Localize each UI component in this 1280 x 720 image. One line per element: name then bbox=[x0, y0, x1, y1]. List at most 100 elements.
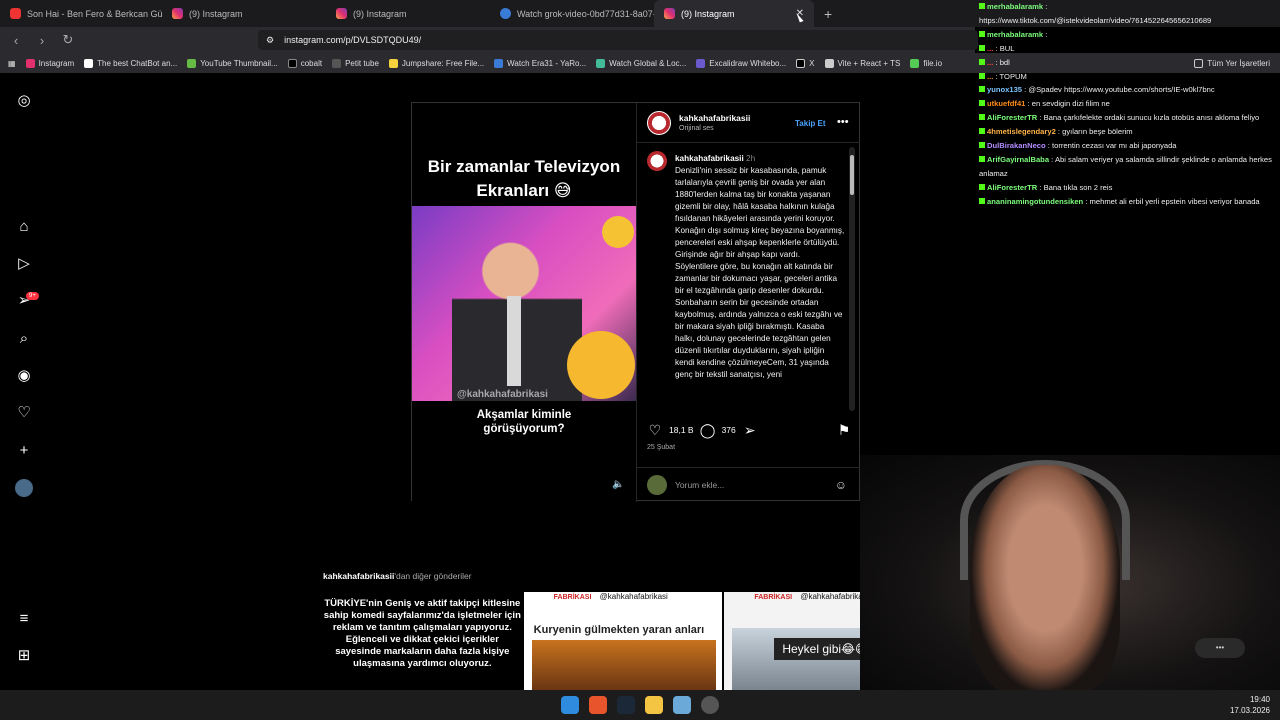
back-icon[interactable]: ‹ bbox=[8, 33, 24, 48]
bookmark-item[interactable]: Jumpshare: Free File... bbox=[388, 58, 484, 68]
chat-username[interactable]: DulBirakanNeco bbox=[987, 141, 1046, 150]
audio-label[interactable]: Orijinal ses bbox=[679, 125, 750, 132]
more-options-icon[interactable]: ••• bbox=[837, 116, 849, 128]
share-icon[interactable]: ➢ bbox=[742, 422, 758, 438]
author-name[interactable]: kahkahafabrikasii bbox=[679, 113, 750, 123]
tab-2[interactable]: (9) Instagram bbox=[162, 0, 326, 27]
save-icon[interactable]: ⚑ bbox=[836, 422, 852, 438]
chat-username[interactable]: merhabalaramk bbox=[987, 30, 1043, 39]
floating-widget[interactable]: ••• bbox=[1195, 638, 1245, 658]
menu-icon[interactable]: ≡ bbox=[15, 610, 33, 628]
bookmark-item[interactable]: Petit tube bbox=[332, 58, 379, 68]
comment-icon[interactable]: ◯ bbox=[700, 422, 716, 438]
kick-badge-icon bbox=[979, 114, 985, 121]
new-tab-button[interactable]: + bbox=[824, 6, 832, 22]
heart-icon[interactable]: ♡ bbox=[15, 404, 33, 422]
bookmark-item[interactable]: Watch Global & Loc... bbox=[596, 58, 686, 68]
url-field[interactable]: ⚙ instagram.com/p/DVLSDTQDU49/ bbox=[258, 30, 978, 50]
chat-text: : BUL bbox=[995, 43, 1015, 53]
author-avatar[interactable] bbox=[647, 110, 671, 135]
instagram-logo-icon[interactable]: ◎ bbox=[15, 92, 33, 110]
bookmark-item[interactable]: file.io bbox=[910, 58, 942, 68]
bookmark-item[interactable]: The best ChatBot an... bbox=[84, 58, 177, 68]
chat-text: : bbox=[1045, 29, 1048, 39]
more-post-2[interactable]: FABRİKASI @kahkahafabrikasi Kuryenin gül… bbox=[523, 592, 723, 690]
volume-icon[interactable]: 🔈 bbox=[612, 479, 624, 490]
chat-message: ... : BUL bbox=[975, 42, 1280, 56]
chat-username[interactable]: yunox135 bbox=[987, 85, 1022, 94]
create-icon[interactable]: + bbox=[15, 442, 33, 460]
follow-button[interactable]: Takip Et bbox=[795, 119, 826, 128]
post-thumbnail bbox=[531, 640, 716, 690]
post-date: 25 Şubat bbox=[647, 444, 676, 451]
caption-username[interactable]: kahkahafabrikasii bbox=[675, 154, 744, 163]
bookmark-item[interactable]: X bbox=[796, 58, 815, 68]
more-post-1[interactable]: TÜRKİYE'nin Geniş ve aktif takipçi kitle… bbox=[323, 592, 522, 690]
chat-username[interactable]: ... bbox=[987, 44, 993, 53]
chat-message: merhabalaramk : https://www.tiktok.com/@… bbox=[975, 0, 1280, 28]
app-icon[interactable] bbox=[673, 696, 691, 714]
chat-username[interactable]: ... bbox=[987, 72, 993, 81]
like-icon[interactable]: ♡ bbox=[647, 422, 663, 438]
site-info-icon[interactable]: ⚙ bbox=[266, 35, 274, 46]
chat-username[interactable]: utkuefdf41 bbox=[987, 99, 1025, 108]
windows-start-icon[interactable] bbox=[561, 696, 579, 714]
search-icon[interactable]: ⌕ bbox=[15, 330, 33, 348]
chat-text: : @Spadev https://www.youtube.com/shorts… bbox=[1024, 85, 1215, 95]
chat-username[interactable]: ... bbox=[987, 58, 993, 67]
caption-scrollbar[interactable] bbox=[849, 147, 855, 411]
bookmark-item[interactable]: Excalidraw Whitebo... bbox=[696, 58, 786, 68]
chat-username[interactable]: AliForesterTR bbox=[987, 113, 1037, 122]
comment-bar: Yorum ekle... ☺ bbox=[637, 467, 861, 502]
brave-browser-icon[interactable] bbox=[589, 696, 607, 714]
chat-text: : gyıların beşe bölerim bbox=[1057, 127, 1133, 137]
steam-icon[interactable] bbox=[617, 696, 635, 714]
kick-badge-icon bbox=[979, 44, 985, 51]
kick-badge-icon bbox=[979, 100, 985, 107]
explore-icon[interactable]: ◉ bbox=[15, 367, 33, 385]
apps-grid-icon[interactable]: ⊞ bbox=[15, 647, 33, 665]
system-clock: 19:40 17.03.2026 bbox=[1229, 695, 1270, 715]
post-header: kahkahafabrikasii Orijinal ses Takip Et … bbox=[637, 103, 860, 143]
tab-1[interactable]: Son Hai - Ben Fero & Berkcan Güven bbox=[0, 0, 162, 27]
emoji-picker-icon[interactable]: ☺ bbox=[835, 478, 847, 492]
kick-badge-icon bbox=[979, 155, 985, 162]
bookmark-item[interactable]: YouTube Thumbnail... bbox=[187, 58, 278, 68]
post-modal: Bir zamanlar Televizyon Ekranları 😅 @kah… bbox=[411, 102, 861, 502]
home-icon[interactable]: ⌂ bbox=[15, 218, 33, 236]
kick-badge-icon bbox=[979, 58, 985, 65]
more-posts-heading: kahkahafabrikasii'dan diğer gönderiler bbox=[323, 571, 472, 581]
bookmark-item[interactable]: Instagram bbox=[25, 58, 74, 68]
file-explorer-icon[interactable] bbox=[645, 696, 663, 714]
kick-badge-icon bbox=[979, 72, 985, 79]
reload-icon[interactable]: ↻ bbox=[60, 32, 76, 48]
chat-username[interactable]: 4hmetislegendary2 bbox=[987, 127, 1056, 136]
obs-icon[interactable] bbox=[701, 696, 719, 714]
comment-input[interactable]: Yorum ekle... bbox=[675, 480, 724, 490]
smile-emoji-icon bbox=[602, 216, 634, 248]
chat-username[interactable]: merhabalaramk bbox=[987, 2, 1043, 11]
bookmark-item[interactable]: Watch Era31 - YaRo... bbox=[494, 58, 586, 68]
laughing-emoji-icon bbox=[567, 331, 635, 399]
tab-3[interactable]: (9) Instagram bbox=[326, 0, 490, 27]
chat-message: utkuefdf41 : en sevdigin dizi filim ne bbox=[975, 97, 1280, 111]
tab-4[interactable]: Watch grok-video-0bd77d31-8a07-4 bbox=[490, 0, 654, 27]
apps-icon[interactable]: ▦ bbox=[8, 59, 16, 68]
reel-video[interactable]: Bir zamanlar Televizyon Ekranları 😅 @kah… bbox=[412, 103, 636, 502]
video-frame: @kahkahafabrikasi bbox=[412, 206, 636, 401]
chat-username[interactable]: AliForesterTR bbox=[987, 183, 1037, 192]
caption-avatar[interactable] bbox=[647, 151, 667, 171]
profile-avatar[interactable] bbox=[15, 479, 33, 497]
bookmark-item[interactable]: Vite + React + TS bbox=[824, 58, 900, 68]
reels-icon[interactable]: ▷ bbox=[15, 255, 33, 273]
chat-text: : en sevdigin dizi filim ne bbox=[1027, 99, 1110, 109]
kick-badge-icon bbox=[979, 3, 985, 9]
forward-icon[interactable]: › bbox=[34, 33, 50, 48]
bookmark-item[interactable]: cobalt bbox=[287, 58, 322, 68]
chat-username[interactable]: ArifGayirnalBaba bbox=[987, 155, 1049, 164]
video-title: Bir zamanlar Televizyon Ekranları 😅 bbox=[427, 157, 621, 200]
scrollbar-thumb[interactable] bbox=[850, 155, 854, 195]
tab-5-active[interactable]: (9) Instagram ✕ bbox=[654, 0, 814, 27]
chat-username[interactable]: ananinamingotundensiken bbox=[987, 197, 1083, 206]
chat-message: ... : bdl bbox=[975, 56, 1280, 70]
